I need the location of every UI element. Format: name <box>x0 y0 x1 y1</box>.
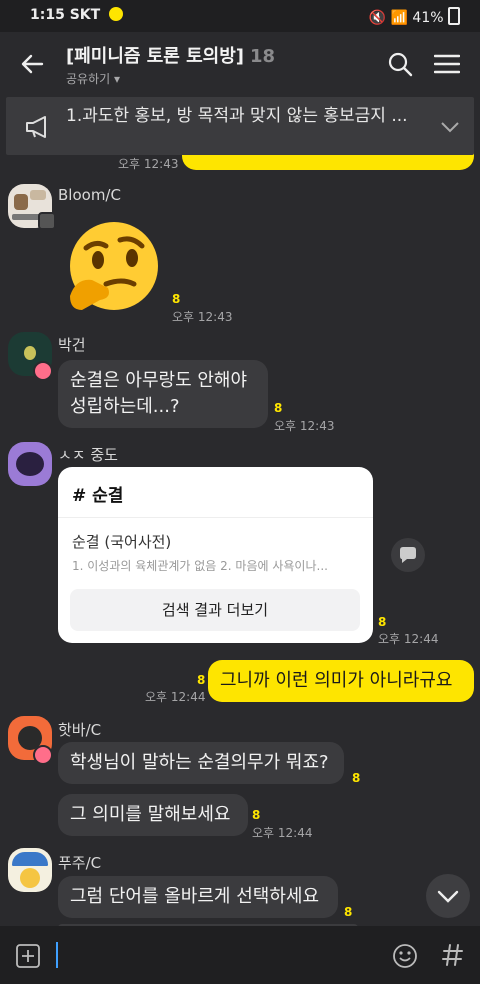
card-heading: 순결 (국어사전) <box>72 533 172 551</box>
crown-icon <box>33 745 53 765</box>
search-icon[interactable] <box>388 52 414 78</box>
unread-count: 8 <box>252 808 261 822</box>
message-time: 오후 12:44 <box>378 632 439 646</box>
member-count: 18 <box>250 46 276 67</box>
message-bubble[interactable]: 학생님이 말하는 순결의무가 뭐죠? <box>58 742 344 784</box>
unread-count: 8 <box>352 771 361 785</box>
message-time: 오후 12:44 <box>252 826 313 840</box>
unread-count: 8 <box>344 905 353 919</box>
battery-icon <box>448 7 460 25</box>
card-title: # 순결 <box>72 486 124 506</box>
message-bubble[interactable]: 그 의미를 말해보세요 <box>58 794 248 836</box>
unread-count: 8 <box>378 615 387 629</box>
sender-name: 푸주/C <box>58 854 102 872</box>
avatar[interactable] <box>8 848 52 892</box>
crown-icon <box>33 361 53 381</box>
message-time: 오후 12:43 <box>172 310 233 324</box>
more-results-button[interactable]: 검색 결과 더보기 <box>70 589 360 631</box>
message-time: 오후 12:43 <box>118 157 179 171</box>
menu-icon[interactable] <box>434 52 460 76</box>
sender-name: ㅅㅈ 중도 <box>58 446 118 464</box>
divider <box>58 517 373 518</box>
comment-icon[interactable] <box>391 538 425 572</box>
share-button[interactable]: 공유하기 ▾ <box>66 70 120 87</box>
status-app-icon <box>109 7 124 21</box>
sender-name: 핫바/C <box>58 721 102 739</box>
notice-banner[interactable]: 1.과도한 홍보, 방 목적과 맞지 않는 홍보금지 ... <box>6 97 474 155</box>
emoticon-icon[interactable] <box>392 943 418 969</box>
badge-icon <box>38 212 56 230</box>
message-input-bar <box>0 926 480 984</box>
wifi-icon: 📶 <box>390 10 408 26</box>
avatar[interactable] <box>8 442 52 486</box>
message-bubble[interactable]: 그럼 단어를 올바르게 선택하세요 <box>58 876 338 918</box>
text-cursor <box>56 942 58 968</box>
unread-count: 8 <box>197 673 206 687</box>
sender-name: Bloom/C <box>58 186 121 204</box>
message-input[interactable] <box>56 940 376 970</box>
back-arrow-icon[interactable] <box>20 52 44 76</box>
status-bar: 1:15 SKT 🔇 📶 41% <box>0 0 480 32</box>
message-bubble[interactable]: 순결은 아무랑도 안해야 성립하는데...? <box>58 360 268 428</box>
message-time: 오후 12:43 <box>274 419 335 433</box>
mute-icon: 🔇 <box>368 10 387 26</box>
sender-name: 박건 <box>58 336 86 354</box>
status-time: 1:15 SKT <box>30 7 124 23</box>
chevron-down-icon: ▾ <box>114 72 121 86</box>
chevron-down-icon[interactable] <box>440 121 460 133</box>
hashtag-icon[interactable] <box>442 943 464 967</box>
chat-title: [페미니즘 토론 토의방] 18 <box>66 46 276 67</box>
status-right: 🔇 📶 41% <box>369 7 460 26</box>
unread-count: 8 <box>172 292 181 306</box>
scroll-down-button[interactable] <box>426 874 470 918</box>
chat-header: [페미니즘 토론 토의방] 18 공유하기 ▾ <box>0 32 480 98</box>
search-result-card[interactable]: # 순결 순결 (국어사전) 1. 이성과의 육체관계가 없음 2. 마음에 사… <box>58 467 373 643</box>
my-message-bubble[interactable]: 그니까 이런 의미가 아니라규요 <box>208 660 474 702</box>
message-time: 오후 12:44 <box>145 690 206 704</box>
megaphone-icon <box>26 116 46 138</box>
card-snippet: 1. 이성과의 육체관계가 없음 2. 마음에 사욕이나... <box>72 559 328 573</box>
notice-text: 1.과도한 홍보, 방 목적과 맞지 않는 홍보금지 ... <box>66 106 408 126</box>
add-icon[interactable] <box>16 944 40 968</box>
thinking-face-emoji <box>70 222 158 310</box>
unread-count: 8 <box>274 401 283 415</box>
